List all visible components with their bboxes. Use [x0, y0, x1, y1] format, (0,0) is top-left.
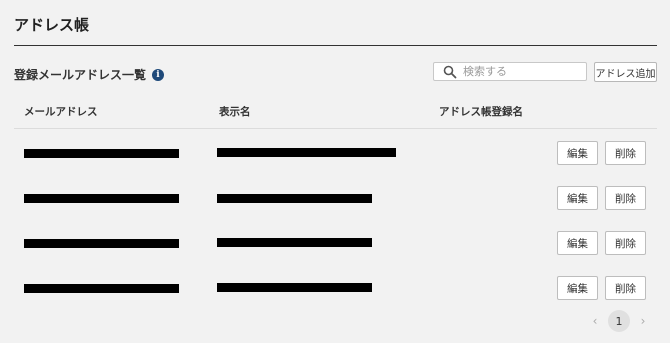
title-divider [14, 45, 657, 46]
section-title: 登録メールアドレス一覧 [14, 68, 147, 82]
redacted-email [24, 194, 179, 203]
table-row: 編集 削除 [0, 276, 670, 304]
delete-button[interactable]: 削除 [605, 276, 646, 300]
redacted-display-name [217, 194, 372, 203]
add-address-button[interactable]: アドレス追加 [594, 62, 657, 82]
delete-button[interactable]: 削除 [605, 186, 646, 210]
pagination: ‹ 1 › [585, 310, 653, 332]
header-divider [14, 128, 657, 129]
redacted-display-name [217, 238, 372, 247]
edit-button[interactable]: 編集 [557, 231, 598, 255]
search-icon [443, 65, 457, 79]
table-row: 編集 削除 [0, 231, 670, 259]
delete-button[interactable]: 削除 [605, 231, 646, 255]
search-box[interactable] [433, 62, 587, 81]
column-header-addressbook-name: アドレス帳登録名 [439, 106, 523, 118]
table-row: 編集 削除 [0, 141, 670, 169]
column-header-email: メールアドレス [24, 106, 98, 118]
search-input[interactable] [463, 65, 573, 78]
edit-button[interactable]: 編集 [557, 276, 598, 300]
redacted-display-name [217, 148, 396, 157]
edit-button[interactable]: 編集 [557, 186, 598, 210]
page-number-current[interactable]: 1 [608, 310, 630, 332]
prev-page-icon[interactable]: ‹ [585, 314, 605, 328]
redacted-display-name [217, 283, 372, 292]
delete-button[interactable]: 削除 [605, 141, 646, 165]
page-title: アドレス帳 [14, 16, 90, 34]
table-row: 編集 削除 [0, 186, 670, 214]
redacted-email [24, 239, 179, 248]
edit-button[interactable]: 編集 [557, 141, 598, 165]
redacted-email [24, 149, 179, 158]
info-icon[interactable]: i [152, 68, 165, 81]
column-header-display-name: 表示名 [219, 106, 251, 118]
redacted-email [24, 284, 179, 293]
section-header: 登録メールアドレス一覧 i [14, 66, 165, 83]
next-page-icon[interactable]: › [633, 314, 653, 328]
